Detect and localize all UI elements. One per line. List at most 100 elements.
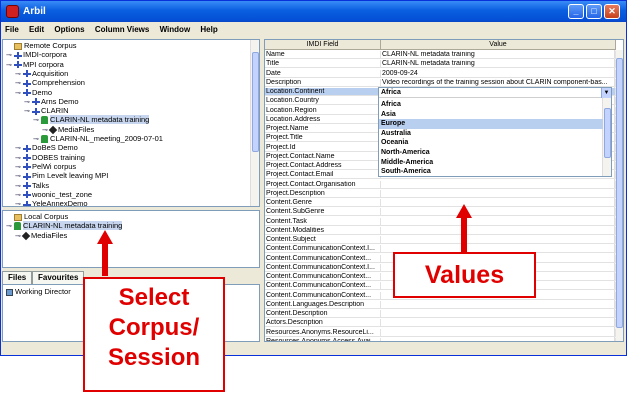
table-row[interactable]: Resources.Anonyms.ResourceLi... [265,328,616,337]
field-value-cell[interactable] [381,236,616,244]
table-row[interactable]: Content.SubGenre [265,208,616,217]
local-tree-item[interactable]: ⊸ CLARIN-NL metadata training [6,221,123,231]
remote-tree-item[interactable]: ⊸ Demo [15,88,52,97]
table-row[interactable]: Resources.Anonyms.Access.Avai... [265,337,616,341]
window-title: Arbil [23,6,46,17]
tree-item-label: DoBeS Demo [32,143,78,153]
field-value-cell[interactable]: Video recordings of the training session… [381,78,616,87]
remote-tree-item[interactable]: ⊸ Acquisition [15,69,68,78]
table-row[interactable]: Actors.Description [265,319,616,328]
table-row[interactable]: Description Video recordings of the train… [265,78,616,87]
menu-edit[interactable]: Edit [25,22,48,38]
working-directory-item[interactable]: Working Director [6,287,71,296]
remote-corpus-tree[interactable]: Remote Corpus ⊸ IMDI-corpora ⊸ MPI corpora ⊸ A… [2,39,260,207]
field-value-cell[interactable]: 2009-09-24 [381,69,616,78]
continent-option[interactable]: Middle-America [379,158,603,168]
local-tree-item[interactable]: Local Corpus [6,212,68,221]
column-header-field[interactable]: IMDI Field [265,40,381,50]
remote-tree-scroll-thumb[interactable] [252,52,259,152]
title-bar[interactable]: Arbil _ □ ✕ [1,1,626,22]
field-name-cell: Content.SubGenre [265,208,381,217]
field-value-cell[interactable] [381,217,616,226]
field-value-cell[interactable] [381,189,616,198]
tab-files[interactable]: Files [2,271,33,284]
field-value-cell[interactable] [381,208,616,217]
field-value-cell[interactable] [381,180,616,189]
expand-toggle-icon[interactable]: ⊸ [33,116,41,125]
table-row[interactable]: Content.Modalities [265,226,616,235]
field-value-cell[interactable] [381,328,616,337]
field-value-cell[interactable] [381,226,616,235]
table-row[interactable]: Content.Genre [265,199,616,207]
table-row[interactable]: Name CLARIN-NL metadata training [265,51,616,59]
local-tree-item[interactable]: ⊸ MediaFiles [15,231,67,240]
close-icon[interactable]: ✕ [604,4,620,19]
expand-toggle-icon[interactable]: ⊸ [15,200,23,206]
tree-item-label: Arns Demo [41,96,79,106]
remote-tree-item[interactable]: ⊸ Comprehension [15,78,85,87]
remote-tree-item[interactable]: ⊸ DoBeS Demo [15,143,78,152]
remote-tree-item[interactable]: ⊸ MPI corpora [6,60,64,69]
field-value-cell[interactable] [381,319,616,328]
chevron-down-icon[interactable]: ▼ [601,88,611,98]
continent-option[interactable]: Australia [379,129,603,139]
table-row[interactable]: Content.Task [265,217,616,226]
table-scroll-thumb[interactable] [616,58,623,328]
continent-dropdown[interactable]: Africa ▼ Africa Asia Europe Australia Oceani… [378,87,612,177]
field-value-cell[interactable] [381,199,616,207]
remote-tree-item[interactable]: ⊸ woonic_test_zone [15,190,92,199]
expand-toggle-icon[interactable]: ⊸ [6,61,14,70]
expand-toggle-icon[interactable]: ⊸ [24,107,32,116]
dropdown-scroll-thumb[interactable] [604,108,611,158]
field-value-cell[interactable]: CLARIN-NL metadata training [381,60,616,69]
menu-column-views[interactable]: Column Views [91,22,154,38]
menu-options[interactable]: Options [50,22,88,38]
continent-option[interactable]: Asia [379,110,603,120]
expand-toggle-icon[interactable]: ⊸ [15,89,23,98]
table-row[interactable]: Title CLARIN-NL metadata training [265,60,616,69]
table-row[interactable]: Project.Description [265,189,616,198]
expand-toggle-icon[interactable]: ⊸ [6,222,14,231]
maximize-icon[interactable]: □ [586,4,602,19]
continent-option[interactable]: Africa [379,100,603,110]
menu-window[interactable]: Window [156,22,195,38]
remote-tree-item[interactable]: ⊸ Arns Demo [24,97,79,106]
remote-tree-item[interactable]: ⊸ CLARIN-NL_meeting_2009-07-01 [33,134,163,144]
values-callout: Values [393,252,536,298]
table-row[interactable]: Date 2009-09-24 [265,69,616,78]
table-row[interactable]: Project.Contact.Organisation [265,180,616,189]
field-name-cell: Project.Title [265,134,381,143]
remote-tree-item[interactable]: ⊸ CLARIN-NL metadata training [33,115,150,125]
continent-selected-value[interactable]: Africa [379,88,611,98]
field-value-cell[interactable] [381,300,616,309]
local-corpus-tree[interactable]: Local Corpus ⊸ CLARIN-NL metadata training… [2,210,260,268]
remote-tree-item[interactable]: ⊸ PelWi corpus [15,162,76,171]
remote-tree-item[interactable]: ⊸ DOBES training [15,153,85,162]
dropdown-scrollbar[interactable] [602,98,611,176]
minimize-icon[interactable]: _ [568,4,584,19]
tree-item-label: MediaFiles [31,230,68,240]
remote-tree-item[interactable]: ⊸ IMDI-corpora [6,50,67,59]
continent-option[interactable]: South-America [379,167,603,177]
remote-tree-item[interactable]: ⊸ MediaFiles [42,125,94,134]
continent-option[interactable]: Oceania [379,138,603,148]
field-value-cell[interactable] [381,337,616,341]
remote-tree-item[interactable]: Remote Corpus [6,41,77,50]
field-value-cell[interactable] [381,310,616,318]
table-row[interactable]: Content.Languages.Description [265,300,616,309]
menu-help[interactable]: Help [196,22,221,38]
select-callout-line: Corpus/ [108,314,200,341]
remote-tree-item[interactable]: ⊸ Talks [15,181,49,190]
tab-favourites[interactable]: Favourites [32,271,85,284]
menu-file[interactable]: File [1,22,23,38]
table-row[interactable]: Content.Description [265,310,616,318]
field-value-cell[interactable]: CLARIN-NL metadata training [381,51,616,59]
remote-tree-item[interactable]: ⊸ Pim Levelt leaving MPI [15,171,108,180]
continent-option[interactable]: North-America [379,148,603,158]
remote-tree-scrollbar[interactable] [250,40,259,206]
remote-tree-item[interactable]: ⊸ YeleAnnexDemo [15,199,88,206]
remote-tree-item[interactable]: ⊸ CLARIN [24,106,69,115]
continent-option[interactable]: Europe [379,119,603,130]
column-header-value[interactable]: Value [381,40,616,50]
table-row[interactable]: Content.Subject [265,236,616,244]
